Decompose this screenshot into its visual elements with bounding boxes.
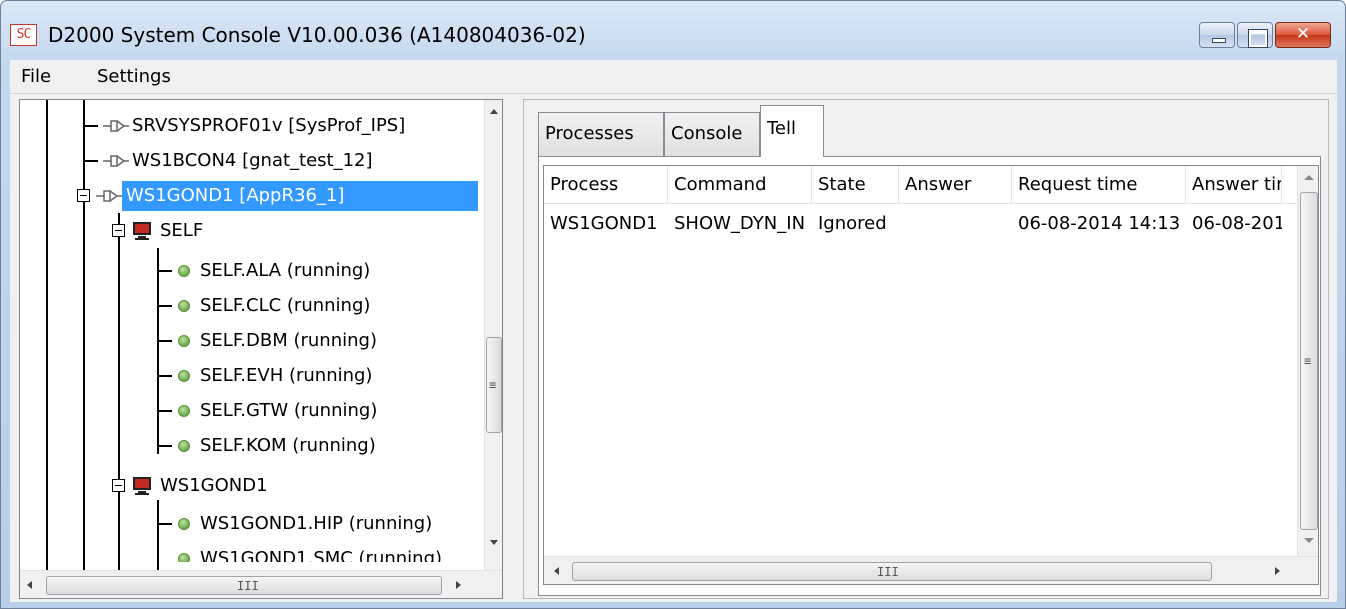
tree-horizontal-scrollbar[interactable]: III	[20, 570, 502, 598]
cell-answer-time: 06-08-2014	[1192, 213, 1282, 234]
tree-item-label: SELF	[160, 220, 204, 241]
cell-answer	[899, 208, 1012, 240]
collapse-icon[interactable]	[112, 224, 125, 237]
tree-vertical-scrollbar[interactable]: ≡	[484, 100, 502, 570]
tree-item-label: SRVSYSPROF01v [SysProf_IPS]	[132, 115, 406, 136]
tree-item-label: SELF.GTW (running)	[200, 400, 378, 421]
tree-item-label: SELF.ALA (running)	[200, 260, 371, 281]
table-vertical-scrollbar[interactable]: ≡	[1297, 166, 1318, 556]
running-status-icon	[178, 265, 190, 277]
tree-item-label: SELF.CLC (running)	[200, 295, 371, 316]
scroll-up-icon[interactable]	[1304, 175, 1314, 180]
minimize-button[interactable]	[1199, 22, 1235, 48]
tree-item-self[interactable]: SELF	[20, 214, 480, 248]
running-status-icon	[178, 440, 190, 452]
computer-icon	[133, 477, 151, 495]
menu-file[interactable]: File	[21, 66, 51, 87]
tree-panel: SRVSYSPROF01v [SysProf_IPS] WS1BCON4 [gn…	[19, 99, 503, 599]
tree-item-label: SELF.DBM (running)	[200, 330, 377, 351]
main-window: SC D2000 System Console V10.00.036 (A140…	[0, 0, 1346, 609]
tree-item-ws1bcon4[interactable]: WS1BCON4 [gnat_test_12]	[20, 144, 480, 178]
running-status-icon	[178, 553, 190, 562]
connection-icon	[96, 190, 122, 202]
grip-icon: ≡	[489, 378, 497, 392]
tree-item-self-dbm[interactable]: SELF.DBM (running)	[20, 324, 480, 358]
tree-item-ws1gond1-computer[interactable]: WS1GOND1	[20, 469, 480, 503]
menu-bar: File Settings	[10, 60, 1337, 94]
tell-table: Process Command State Answer Request tim…	[543, 165, 1319, 585]
tell-tab-content: Process Command State Answer Request tim…	[538, 156, 1321, 596]
tree-item-ws1gond1-hip[interactable]: WS1GOND1.HIP (running)	[20, 507, 480, 541]
connection-icon	[103, 155, 129, 167]
cell-request-time: 06-08-2014 14:13	[1018, 213, 1181, 234]
tree-vscroll-thumb[interactable]: ≡	[486, 337, 502, 433]
table-header: Process Command State Answer Request tim…	[544, 166, 1304, 204]
scroll-left-icon[interactable]	[27, 581, 32, 589]
tree-item-label: SELF.EVH (running)	[200, 365, 373, 386]
scroll-right-icon[interactable]	[456, 581, 461, 589]
grip-icon: ≡	[1304, 354, 1312, 368]
running-status-icon	[178, 405, 190, 417]
running-status-icon	[178, 518, 190, 530]
close-button[interactable]	[1275, 22, 1331, 48]
cell-process: WS1GOND1	[550, 213, 658, 234]
tree-item-self-kom[interactable]: SELF.KOM (running)	[20, 429, 480, 463]
cell-command: SHOW_DYN_INFO	[674, 213, 804, 234]
tree-item-self-ala[interactable]: SELF.ALA (running)	[20, 254, 480, 288]
grip-icon: III	[237, 579, 259, 593]
app-icon: SC	[10, 24, 37, 46]
column-header-answer-time[interactable]: Answer time	[1186, 166, 1282, 204]
scroll-down-icon[interactable]	[1304, 538, 1314, 543]
scroll-up-icon[interactable]	[490, 109, 498, 114]
tree-item-label: WS1GOND1 [AppR36_1]	[122, 181, 478, 211]
tab-tell[interactable]: Tell	[760, 105, 824, 157]
connection-icon	[103, 120, 129, 132]
tree-item-label: WS1GOND1.SMC (running)	[200, 548, 443, 562]
maximize-button[interactable]	[1237, 22, 1273, 48]
running-status-icon	[178, 335, 190, 347]
menu-settings[interactable]: Settings	[97, 66, 171, 87]
tree-item-ws1gond1-smc[interactable]: WS1GOND1.SMC (running)	[20, 542, 480, 562]
tree-hscroll-thumb[interactable]: III	[46, 576, 442, 595]
tree-item-self-gtw[interactable]: SELF.GTW (running)	[20, 394, 480, 428]
tree-item-self-clc[interactable]: SELF.CLC (running)	[20, 289, 480, 323]
table-vscroll-thumb[interactable]: ≡	[1300, 192, 1318, 530]
tab-processes[interactable]: Processes	[538, 112, 664, 156]
tree-item-label: WS1GOND1.HIP (running)	[200, 513, 433, 534]
title-bar[interactable]: SC D2000 System Console V10.00.036 (A140…	[1, 1, 1345, 58]
tree-item-label: SELF.KOM (running)	[200, 435, 376, 456]
tree-item-self-evh[interactable]: SELF.EVH (running)	[20, 359, 480, 393]
column-header-state[interactable]: State	[812, 166, 899, 204]
scroll-down-icon[interactable]	[490, 540, 498, 545]
tree-item-label: WS1BCON4 [gnat_test_12]	[132, 150, 373, 171]
column-header-answer[interactable]: Answer	[899, 166, 1012, 204]
column-header-process[interactable]: Process	[544, 166, 668, 204]
tree-item-srvsysprof01v[interactable]: SRVSYSPROF01v [SysProf_IPS]	[20, 109, 480, 143]
window-title: D2000 System Console V10.00.036 (A140804…	[48, 23, 586, 47]
client-area: SRVSYSPROF01v [SysProf_IPS] WS1BCON4 [gn…	[10, 94, 1337, 602]
details-panel: Processes Console Tell Process Command S…	[523, 99, 1329, 599]
column-header-command[interactable]: Command	[668, 166, 812, 204]
running-status-icon	[178, 370, 190, 382]
scroll-left-icon[interactable]	[554, 567, 559, 575]
grip-icon: III	[877, 565, 899, 579]
computer-icon	[133, 222, 151, 240]
running-status-icon	[178, 300, 190, 312]
scroll-right-icon[interactable]	[1275, 567, 1280, 575]
collapse-icon[interactable]	[77, 189, 90, 202]
tab-console[interactable]: Console	[664, 112, 760, 156]
table-hscroll-thumb[interactable]: III	[572, 562, 1212, 581]
tree-item-label: WS1GOND1	[160, 475, 268, 496]
collapse-icon[interactable]	[112, 479, 125, 492]
table-horizontal-scrollbar[interactable]: III	[544, 556, 1318, 584]
cell-state: Ignored	[818, 213, 887, 234]
tree-item-ws1gond1-connection[interactable]: WS1GOND1 [AppR36_1]	[20, 179, 480, 213]
column-header-request-time[interactable]: Request time	[1012, 166, 1186, 204]
